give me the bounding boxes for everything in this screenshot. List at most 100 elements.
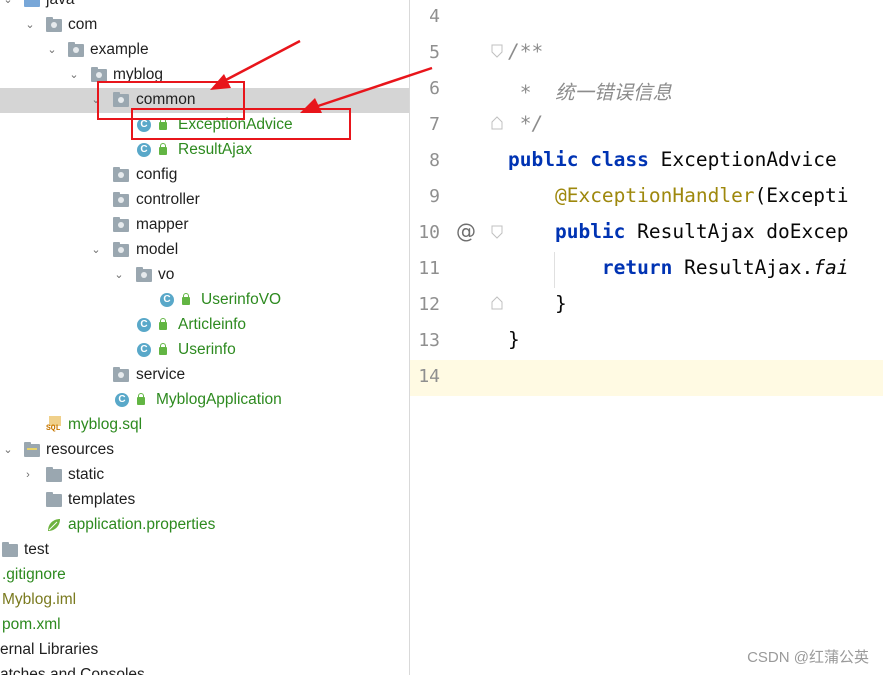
tree-row-java[interactable]: ⌄ java [0, 0, 409, 13]
folder-icon [2, 542, 18, 557]
lock-icon [182, 293, 190, 305]
highlight-box-exceptionadvice [131, 108, 351, 140]
annotation: @ExceptionHandler [554, 184, 755, 207]
chevron-down-icon[interactable]: ⌄ [68, 69, 80, 81]
fold-end-marker-icon[interactable] [491, 296, 503, 310]
lock-icon [159, 143, 167, 155]
code-line-7: */ [508, 112, 544, 135]
line-number: 4 [429, 6, 440, 27]
tree-row-gitignore[interactable]: .gitignore [0, 563, 409, 588]
tree-row-userinfovo[interactable]: C UserinfoVO [0, 288, 409, 313]
class-icon: C [137, 343, 151, 357]
code-line-13: } [508, 328, 520, 351]
source-folder-icon [24, 0, 40, 7]
tree-row-model[interactable]: ⌄ model [0, 238, 409, 263]
project-tree: ⌄ java ⌄ com ⌄ example ⌄ myblog ⌄ common… [0, 0, 409, 675]
code-line-9: @ExceptionHandler(Excepti [508, 184, 849, 207]
code-text: (Excepti [754, 184, 849, 207]
tree-label: Userinfo [178, 341, 236, 358]
line-number: 5 [429, 42, 440, 63]
tree-label: java [46, 0, 74, 9]
line-number: 13 [418, 330, 440, 351]
chevron-right-icon[interactable]: › [22, 469, 34, 481]
tree-row-mapper[interactable]: mapper [0, 213, 409, 238]
tree-row-pom-xml[interactable]: pom.xml [0, 613, 409, 638]
tree-row-vo[interactable]: ⌄ vo [0, 263, 409, 288]
method-call: fai [813, 256, 849, 279]
package-icon [136, 267, 152, 282]
tree-label: Articleinfo [178, 316, 247, 333]
line-number: 10 [418, 222, 440, 243]
tree-label: static [68, 466, 105, 483]
code-line-8: public class ExceptionAdvice [508, 148, 837, 171]
tree-label: templates [68, 491, 136, 508]
tree-row-external-libraries[interactable]: ernal Libraries [0, 638, 409, 663]
spring-leaf-icon [46, 517, 62, 533]
spring-boot-class-icon: C [115, 393, 129, 407]
tree-row-static[interactable]: › static [0, 463, 409, 488]
tree-row-controller[interactable]: controller [0, 188, 409, 213]
line-number: 7 [429, 114, 440, 135]
tree-label: config [136, 166, 178, 183]
tree-label: service [136, 366, 186, 383]
tree-row-myblogapplication[interactable]: C MyblogApplication [0, 388, 409, 413]
package-icon [113, 192, 129, 207]
lock-icon [159, 318, 167, 330]
fold-marker-icon[interactable] [491, 44, 503, 58]
resources-folder-icon [24, 442, 40, 457]
line-number: 11 [418, 258, 440, 279]
tree-row-test[interactable]: test [0, 538, 409, 563]
code-editor[interactable]: 4 5 6 7 8 9 10 11 12 13 14 @ /** * 统一错误信… [410, 0, 883, 675]
tree-row-resources[interactable]: ⌄ resources [0, 438, 409, 463]
tree-label: ernal Libraries [0, 641, 99, 658]
tree-row-articleinfo[interactable]: C Articleinfo [0, 313, 409, 338]
chevron-down-icon[interactable]: ⌄ [90, 244, 102, 256]
tree-row-com[interactable]: ⌄ com [0, 13, 409, 38]
line-number: 12 [418, 294, 440, 315]
tree-row-config[interactable]: config [0, 163, 409, 188]
tree-row-application-properties[interactable]: application.properties [0, 513, 409, 538]
tree-label: controller [136, 191, 200, 208]
tree-label: pom.xml [2, 616, 61, 633]
package-icon [113, 367, 129, 382]
tree-row-templates[interactable]: templates [0, 488, 409, 513]
chevron-down-icon[interactable]: ⌄ [2, 444, 14, 456]
class-icon: C [137, 143, 151, 157]
chevron-down-icon[interactable]: ⌄ [46, 44, 58, 56]
chevron-down-icon[interactable]: ⌄ [24, 19, 36, 31]
tree-label: ResultAjax [178, 141, 253, 158]
tree-label: UserinfoVO [201, 291, 282, 308]
fold-end-marker-icon[interactable] [491, 116, 503, 130]
line-number: 9 [429, 186, 440, 207]
tree-label: MyblogApplication [156, 391, 282, 408]
tree-label: resources [46, 441, 115, 458]
tree-label: application.properties [68, 516, 216, 533]
override-marker-icon[interactable]: @ [456, 219, 476, 243]
tree-row-myblog-iml[interactable]: Myblog.iml [0, 588, 409, 613]
code-text: ResultAjax doExcep [637, 220, 849, 243]
package-icon [113, 167, 129, 182]
code-line-12: } [508, 292, 567, 315]
tree-label: com [68, 16, 98, 33]
tree-label: Myblog.iml [2, 591, 77, 608]
tree-row-service[interactable]: service [0, 363, 409, 388]
package-icon [113, 242, 129, 257]
fold-marker-icon[interactable] [491, 225, 503, 239]
code-line-5: /** [508, 40, 544, 63]
chevron-down-icon[interactable]: ⌄ [2, 0, 14, 6]
chevron-down-icon[interactable]: ⌄ [113, 269, 125, 281]
tree-row-resultajax[interactable]: C ResultAjax [0, 138, 409, 163]
tree-row-example[interactable]: ⌄ example [0, 38, 409, 63]
tree-row-userinfo[interactable]: C Userinfo [0, 338, 409, 363]
tree-row-scratches[interactable]: atches and Consoles [0, 663, 409, 675]
tree-row-myblog-sql[interactable]: SQL myblog.sql [0, 413, 409, 438]
package-icon [113, 217, 129, 232]
line-number: 14 [418, 366, 440, 387]
class-name: ExceptionAdvice [660, 148, 837, 171]
tree-label: model [136, 241, 179, 258]
folder-icon [46, 467, 62, 482]
watermark: CSDN @红蒲公英 [747, 649, 869, 666]
line-number: 8 [429, 150, 440, 171]
package-icon [46, 17, 62, 32]
tree-label: .gitignore [2, 566, 66, 583]
